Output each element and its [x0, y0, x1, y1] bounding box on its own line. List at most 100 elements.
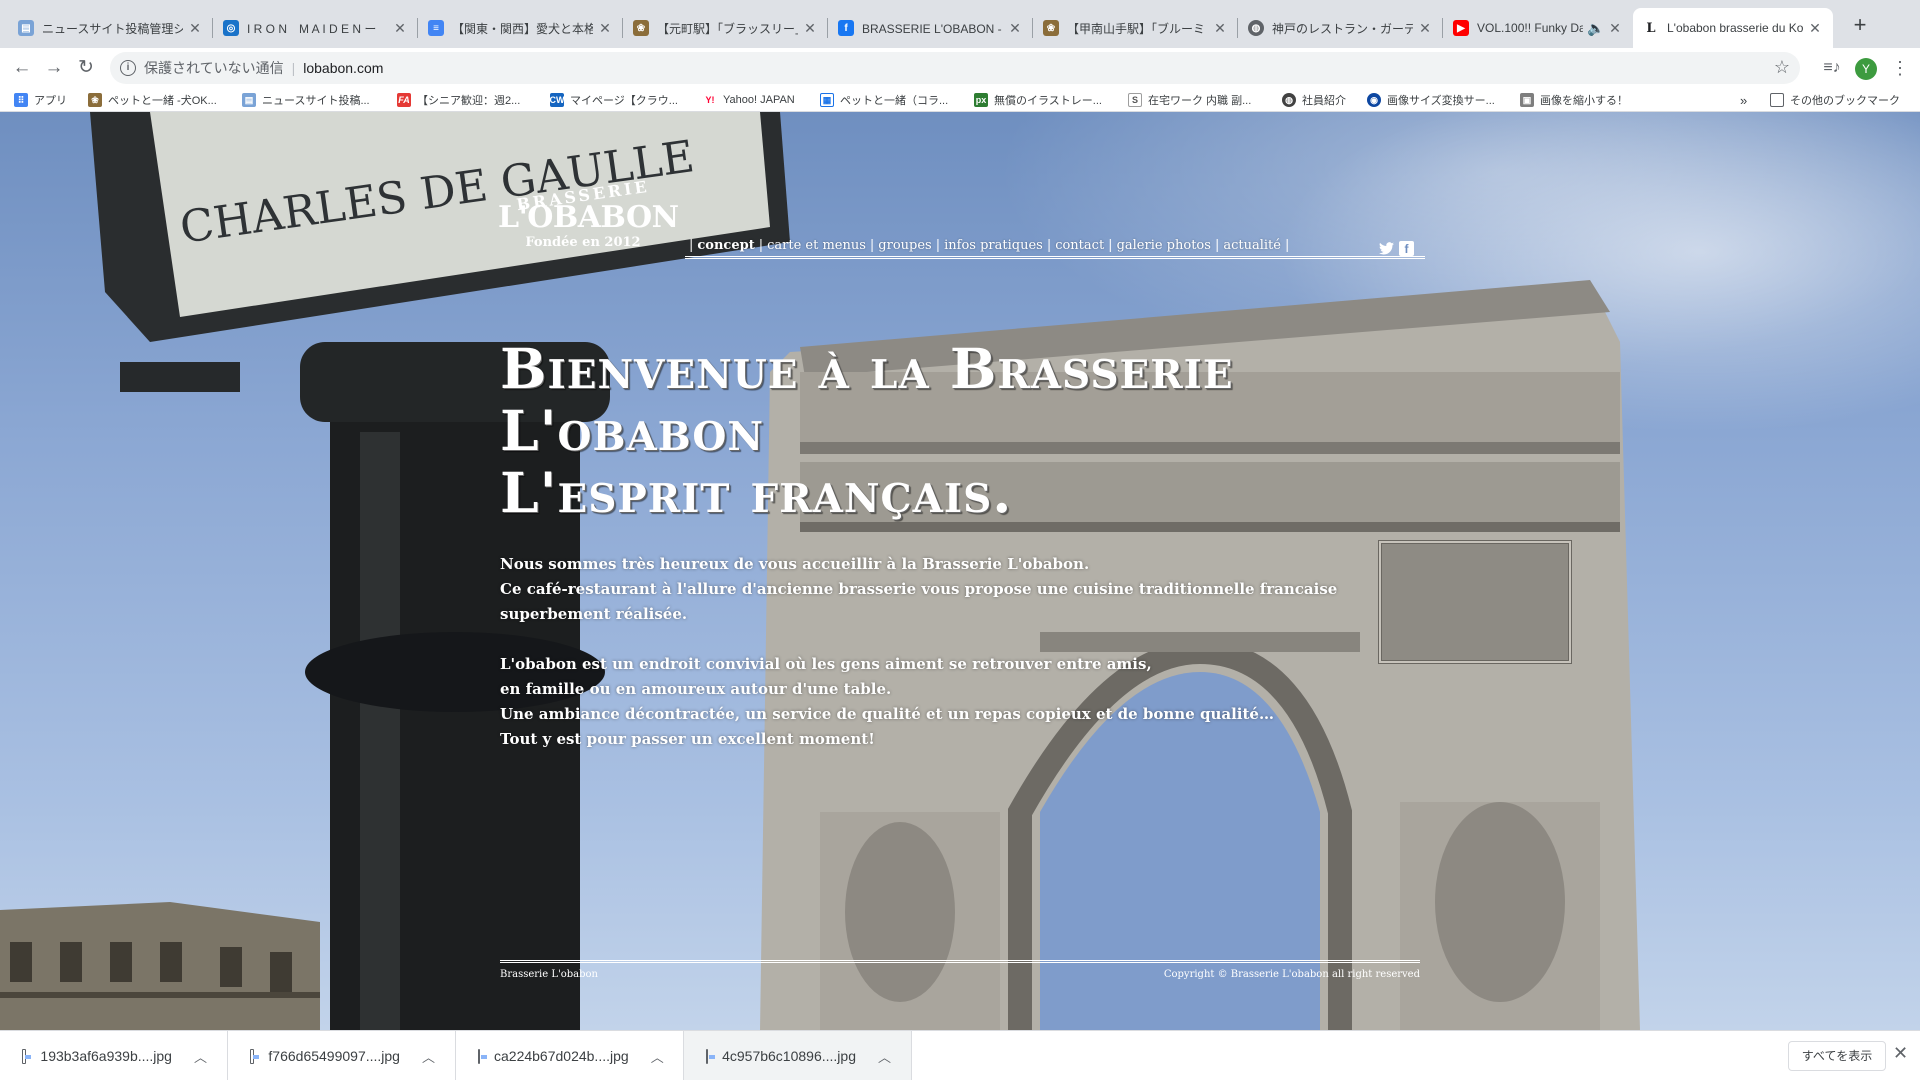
new-tab-button[interactable]: + — [1846, 12, 1874, 40]
other-bookmarks-folder[interactable]: その他のブックマーク — [1770, 91, 1900, 109]
news-doc-icon: ▤ — [18, 20, 34, 36]
audio-playing-icon[interactable]: 🔈 — [1587, 20, 1604, 37]
apps-grid-icon: ⠿ — [14, 93, 28, 107]
media-control-icon[interactable]: ≡♪ — [1818, 54, 1846, 82]
close-tab-icon[interactable]: ✕ — [392, 20, 408, 37]
nav-link-carte-et-menus[interactable]: carte et menus — [767, 238, 866, 253]
yahoo-icon: Y! — [703, 93, 717, 107]
browser-tab[interactable]: ❀ 【元町駅】「ブラッスリー」 ✕ — [623, 8, 828, 48]
close-tab-icon[interactable]: ✕ — [1807, 20, 1823, 37]
download-item[interactable]: 4c957b6c10896....jpg ︿ — [684, 1031, 912, 1080]
profile-avatar[interactable]: Y — [1855, 58, 1877, 80]
reload-button[interactable]: ↻ — [72, 54, 100, 82]
webpage-content: CHARLES DE GAULLE BRASSERIE L'OBABON Fon… — [0, 112, 1920, 1030]
download-filename: f766d65499097....jpg — [268, 1048, 400, 1064]
tab-title: 【元町駅】「ブラッスリー」 — [657, 21, 798, 36]
facebook-icon[interactable]: f — [1399, 241, 1414, 256]
browser-tab[interactable]: ▶ VOL.100!! Funky Dan 🔈 ✕ — [1443, 8, 1633, 48]
address-bar[interactable]: i 保護されていない通信 | lobabon.com ☆ — [110, 52, 1800, 84]
browser-tab-active[interactable]: L L'obabon brasserie du Ko ✕ — [1633, 8, 1833, 48]
footer-copyright: Copyright © Brasserie L'obabon all right… — [1163, 969, 1420, 980]
bookmark-item[interactable]: ▤ ニュースサイト投稿... — [242, 91, 370, 109]
chevron-up-icon[interactable]: ︿ — [194, 1047, 207, 1066]
browser-tab[interactable]: f BRASSERIE L'OBABON - 元 ✕ — [828, 8, 1033, 48]
bookmark-item[interactable]: ◉ 画像サイズ変換サー... — [1367, 91, 1495, 109]
close-tab-icon[interactable]: ✕ — [1607, 20, 1623, 37]
nav-link-infos-pratiques[interactable]: infos pratiques — [944, 238, 1043, 253]
nav-divider: | — [758, 237, 764, 253]
forward-button[interactable]: → — [40, 54, 68, 82]
close-tab-icon[interactable]: ✕ — [187, 20, 203, 37]
bookmark-item[interactable]: CW マイページ【クラウ... — [550, 91, 678, 109]
info-icon[interactable]: i — [120, 60, 136, 76]
tab-title: 【関東・関西】愛犬と本格 — [452, 21, 593, 36]
intro-line: Ce café-restaurant à l'allure d'ancienne… — [500, 580, 1338, 623]
close-tab-icon[interactable]: ✕ — [597, 20, 613, 37]
chevron-up-icon[interactable]: ︿ — [651, 1047, 664, 1066]
intro-line: Tout y est pour passer un excellent mome… — [500, 730, 875, 748]
browser-tab[interactable]: ◍ 神戸のレストラン・ガーデ ✕ — [1238, 8, 1443, 48]
back-button[interactable]: ← — [8, 54, 36, 82]
bookmark-label: 画像サイズ変換サー... — [1387, 95, 1495, 107]
chevron-up-icon[interactable]: ︿ — [878, 1047, 891, 1066]
nav-link-galerie-photos[interactable]: galerie photos — [1117, 238, 1211, 253]
bookmark-item[interactable]: FA 【シニア歓迎：週2... — [397, 91, 520, 109]
bookmark-item[interactable]: Y! Yahoo! JAPAN — [703, 91, 795, 109]
download-item[interactable]: 193b3af6a939b....jpg ︿ — [0, 1031, 228, 1080]
bookmark-label: Yahoo! JAPAN — [723, 94, 795, 106]
globe-icon: ◍ — [1248, 20, 1264, 36]
close-icon[interactable]: ✕ — [1893, 1043, 1908, 1064]
close-tab-icon[interactable]: ✕ — [802, 20, 818, 37]
nav-divider: | — [869, 237, 875, 253]
footer-brand: Brasserie L'obabon — [500, 969, 598, 980]
bookmark-item[interactable]: S 在宅ワーク 内職 副... — [1128, 91, 1251, 109]
bookmark-item[interactable]: ▣ 画像を縮小する！ — [1520, 91, 1628, 109]
lobabon-icon: L — [1643, 20, 1659, 36]
menu-kebab-icon[interactable]: ⋮ — [1886, 54, 1914, 82]
facebook-icon: f — [838, 20, 854, 36]
nav-link-groupes[interactable]: groupes — [878, 238, 931, 253]
download-item[interactable]: f766d65499097....jpg ︿ — [228, 1031, 456, 1080]
bookmark-label: 在宅ワーク 内職 副... — [1148, 95, 1252, 107]
browser-tab[interactable]: ◎ I R O N M A I D E N ー ✕ — [213, 8, 418, 48]
bookmark-label: ペットと一緒（コラ... — [840, 95, 949, 107]
tab-title: VOL.100!! Funky Dan — [1477, 21, 1583, 35]
bookmark-item[interactable]: ❀ ペットと一緒 -犬OK... — [88, 91, 217, 109]
site-logo[interactable]: BRASSERIE L'OBABON Fondée en 2012 — [498, 177, 679, 250]
tab-title: L'obabon brasserie du Ko — [1667, 21, 1803, 35]
bookmark-item[interactable]: ⠿ アプリ — [14, 91, 67, 109]
restaurant-icon: ❀ — [1043, 20, 1059, 36]
tab-title: ニュースサイト投稿管理シ — [42, 21, 183, 36]
nav-divider: | — [1284, 237, 1290, 253]
bookmark-label: ペットと一緒 -犬OK... — [108, 95, 217, 107]
download-filename: 4c957b6c10896....jpg — [722, 1048, 856, 1064]
nav-divider: | — [1108, 237, 1113, 253]
chevron-up-icon[interactable]: ︿ — [422, 1047, 435, 1066]
news-doc-icon: ▤ — [242, 93, 256, 107]
url-text[interactable]: lobabon.com — [303, 60, 383, 76]
show-all-downloads-button[interactable]: すべてを表示 — [1788, 1041, 1886, 1071]
bookmark-star-icon[interactable]: ☆ — [1774, 57, 1790, 78]
bookmark-label: 無償のイラストレー... — [994, 95, 1102, 107]
bookmark-item[interactable]: ▦ ペットと一緒（コラ... — [820, 91, 948, 109]
nav-link-concept[interactable]: concept — [697, 238, 754, 253]
hero-line: L'esprit français. — [500, 460, 1013, 525]
close-tab-icon[interactable]: ✕ — [1212, 20, 1228, 37]
browser-tab[interactable]: ▤ ニュースサイト投稿管理シ ✕ — [8, 8, 213, 48]
bookmark-item[interactable]: px 無償のイラストレー... — [974, 91, 1102, 109]
browser-tab[interactable]: ≡ 【関東・関西】愛犬と本格 ✕ — [418, 8, 623, 48]
download-item[interactable]: ca224b67d024b....jpg ︿ — [456, 1031, 684, 1080]
bookmark-label: マイページ【クラウ... — [570, 95, 678, 107]
close-tab-icon[interactable]: ✕ — [1417, 20, 1433, 37]
browser-tab[interactable]: ❀ 【甲南山手駅】「ブルーミ ✕ — [1033, 8, 1238, 48]
hero-line: L'obabon — [500, 398, 765, 463]
nav-divider: | — [689, 237, 694, 253]
close-tab-icon[interactable]: ✕ — [1007, 20, 1023, 37]
image-file-icon — [22, 1048, 32, 1064]
downloads-bar: 193b3af6a939b....jpg ︿ f766d65499097....… — [0, 1030, 1920, 1080]
bookmarks-overflow-button[interactable]: » — [1740, 91, 1747, 109]
twitter-icon[interactable] — [1379, 241, 1394, 256]
nav-link-actualite[interactable]: actualité — [1223, 238, 1281, 253]
nav-link-contact[interactable]: contact — [1055, 238, 1104, 253]
bookmark-item[interactable]: ◍ 社員紹介 — [1282, 91, 1346, 109]
